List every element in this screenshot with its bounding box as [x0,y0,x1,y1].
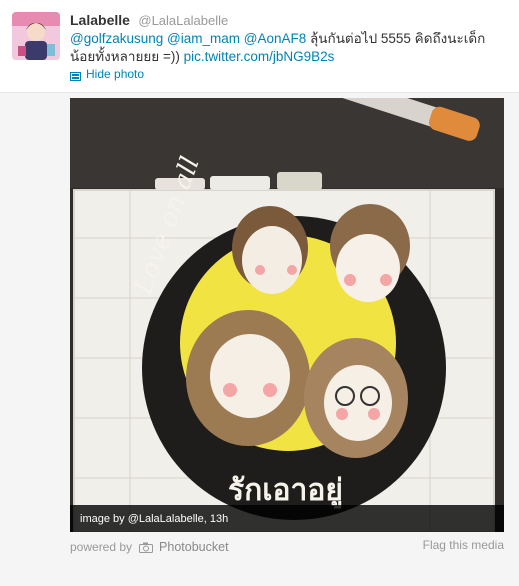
photo-icon [70,70,81,81]
flag-media-link[interactable]: Flag this media [423,538,504,552]
powered-by: powered by Photobucket [70,540,229,554]
hide-photo-button[interactable]: Hide photo [70,67,144,81]
mention-iam-mam[interactable]: @iam_mam [167,31,240,46]
avatar[interactable] [12,12,60,60]
caption-time: 13h [209,513,229,525]
tweet-photo[interactable]: Love on all รักเอาอยู่ [70,98,504,532]
user-fullname[interactable]: Lalabelle [70,12,130,28]
user-username[interactable]: @LalaLalabelle [138,13,228,28]
artwork-bottom-text: รักเอาอยู่ [228,473,343,509]
powered-by-label: powered by [70,540,133,554]
mention-aonaf8[interactable]: @AonAF8 [244,31,306,46]
tweet-header: Lalabelle @LalaLalabelle [70,12,228,30]
provider-link[interactable]: Photobucket [159,540,229,554]
mention-golfzakusung[interactable]: @golfzakusung [70,31,163,46]
hide-photo-label: Hide photo [86,67,145,81]
caption-prefix: image by [80,513,125,525]
tweet: Lalabelle @LalaLalabelle @golfzakusung @… [0,0,519,586]
camera-icon [139,542,154,553]
caption-user[interactable]: @LalaLalabelle [128,513,204,525]
photo-caption: image by @LalaLalabelle, 13h [70,505,504,532]
tweet-text: @golfzakusung @iam_mam @AonAF8 ลุ้นกันต่… [70,30,500,66]
photo-link[interactable]: pic.twitter.com/jbNG9B2s [184,49,335,64]
